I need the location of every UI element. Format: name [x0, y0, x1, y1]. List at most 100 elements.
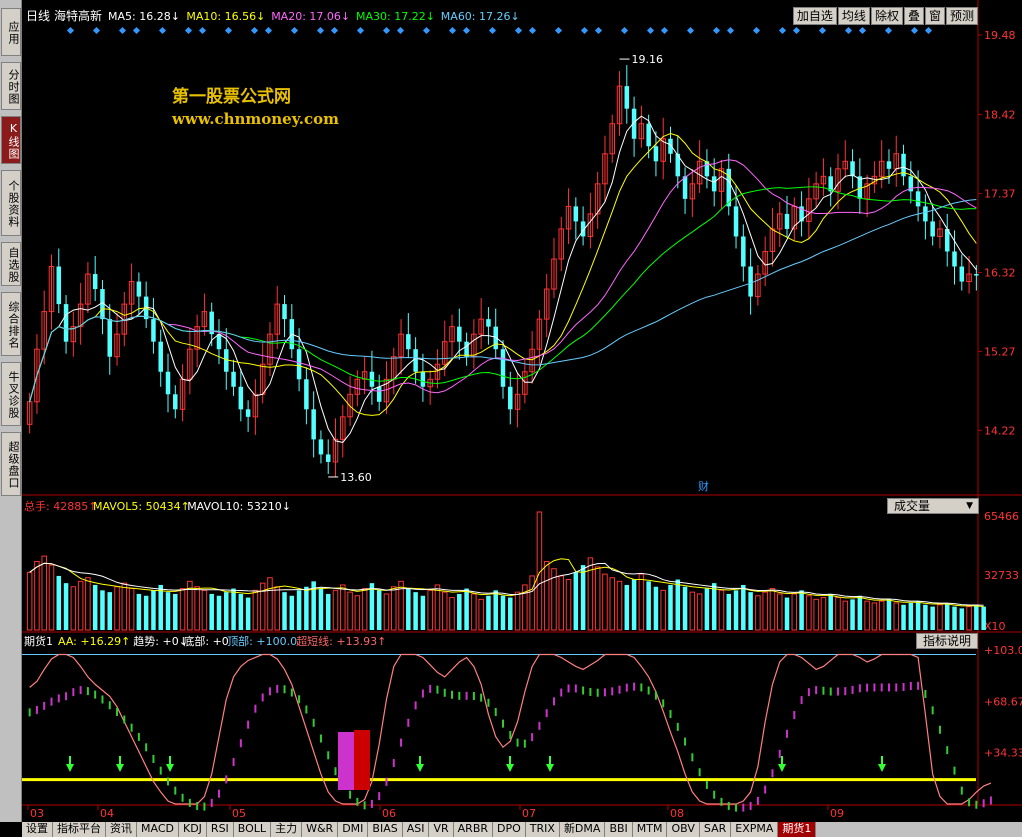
month-label-4: 07	[522, 807, 536, 820]
signal-block-red	[354, 730, 370, 790]
tab-21[interactable]: EXPMA	[731, 822, 779, 837]
volume-bar	[383, 593, 390, 631]
event-marker	[224, 26, 233, 35]
volume-bar	[646, 581, 651, 630]
candle-down	[376, 386, 382, 402]
volume-legend-0: 总手: 42885↑	[24, 499, 97, 513]
volume-bar	[427, 589, 433, 631]
tab-4[interactable]: KDJ	[178, 822, 207, 837]
price-tick-label-4: 15.27	[984, 345, 1016, 358]
tab-18[interactable]: MTM	[632, 822, 668, 837]
volume-bar	[224, 592, 229, 630]
toolbar-button-0[interactable]: 加自选	[792, 7, 837, 25]
tab-7[interactable]: 主力	[271, 822, 303, 837]
volume-bar	[689, 591, 696, 631]
indicator-tick-label-2: +34.33	[984, 747, 1022, 760]
sidebar-item-6[interactable]: 牛叉诊股	[1, 362, 21, 426]
tab-10[interactable]: BIAS	[368, 822, 403, 837]
tab-9[interactable]: DMI	[338, 822, 369, 837]
sidebar-item-1[interactable]: 分时图	[1, 62, 21, 110]
event-marker	[726, 26, 735, 35]
sidebar-item-0[interactable]: 应用	[1, 8, 21, 56]
toolbar-button-4[interactable]: 窗	[924, 7, 945, 25]
volume-bar	[930, 606, 935, 630]
candle-down	[741, 236, 746, 267]
indicator-help-button[interactable]: 指标说明	[916, 633, 979, 649]
volume-bar	[231, 588, 236, 630]
tab-1[interactable]: 指标平台	[53, 822, 106, 837]
volume-bar	[908, 602, 914, 630]
volume-bar	[413, 592, 418, 630]
volume-bar	[828, 593, 833, 630]
tab-22[interactable]: 期货1	[778, 822, 817, 837]
toolbar-button-2[interactable]: 除权	[870, 7, 903, 25]
volume-bar	[981, 606, 986, 630]
volume-type-selector[interactable]: 成交量 ▼	[887, 498, 979, 514]
indicator-help-label: 指标说明	[923, 634, 972, 648]
tab-17[interactable]: BBI	[605, 822, 633, 837]
volume-bar	[543, 561, 550, 631]
volume-bar	[449, 597, 455, 631]
event-marker	[910, 26, 919, 35]
volume-bar	[602, 573, 608, 631]
event-marker	[554, 26, 563, 35]
volume-bar	[457, 593, 462, 630]
candle-down	[420, 371, 426, 387]
tab-5[interactable]: RSI	[206, 822, 234, 837]
volume-bar	[318, 588, 324, 630]
candle-down	[63, 304, 69, 342]
toolbar-button-5[interactable]: 预测	[945, 7, 978, 25]
volume-bar	[56, 575, 62, 630]
indicator-legend-1: 趋势: +0↓	[133, 635, 188, 648]
sidebar-item-2[interactable]: K线图	[1, 116, 21, 164]
candle-down	[500, 349, 506, 387]
candle-down	[304, 379, 309, 410]
event-marker	[184, 26, 193, 35]
volume-bar	[864, 600, 870, 631]
volume-tick-label-1: 32733	[984, 569, 1019, 582]
indicator-legend-4: 超短线: +13.93↑	[296, 634, 386, 648]
volume-bar	[478, 598, 484, 631]
volume-bar	[406, 588, 411, 630]
candle-down	[959, 266, 965, 282]
sidebar-item-4[interactable]: 自选股	[1, 242, 21, 286]
tab-2[interactable]: 资讯	[106, 822, 137, 837]
price-tick-label-0: 19.48	[984, 29, 1016, 42]
volume-bar	[296, 590, 302, 630]
candle-down	[974, 274, 979, 276]
candle-down	[369, 371, 375, 387]
volume-bar	[624, 584, 630, 630]
volume-bar	[565, 579, 572, 631]
volume-bar	[668, 584, 673, 630]
sidebar-item-3[interactable]: 个股资料	[1, 170, 21, 236]
tab-0[interactable]: 设置	[22, 822, 53, 837]
finance-marker: 财	[698, 479, 709, 493]
tab-8[interactable]: W&R	[302, 822, 339, 837]
volume-bar	[799, 590, 804, 630]
tab-16[interactable]: 新DMA	[559, 822, 606, 837]
tab-14[interactable]: DPO	[493, 822, 526, 837]
tab-13[interactable]: ARBR	[453, 822, 494, 837]
volume-bar	[915, 601, 921, 630]
sidebar-item-7[interactable]: 超级盘口	[1, 432, 21, 496]
tab-6[interactable]: BOLL	[233, 822, 272, 837]
tab-20[interactable]: SAR	[699, 822, 732, 837]
volume-bar	[158, 584, 163, 630]
event-marker	[580, 26, 589, 35]
volume-bar	[252, 589, 259, 631]
volume-bar	[289, 595, 295, 630]
month-label-1: 04	[100, 807, 114, 820]
volume-tick-label-0: 65466	[984, 510, 1019, 523]
tab-3[interactable]: MACD	[137, 822, 179, 837]
tab-11[interactable]: ASI	[402, 822, 430, 837]
toolbar-button-1[interactable]: 均线	[837, 7, 870, 25]
buy-arrow-icon	[166, 764, 174, 772]
tab-12[interactable]: VR	[429, 822, 454, 837]
indicator-legend-2: 底部: +0	[183, 634, 228, 648]
short-term-line	[29, 653, 992, 805]
sidebar-item-5[interactable]: 综合排名	[1, 292, 21, 356]
toolbar-button-3[interactable]: 叠	[903, 7, 924, 25]
tab-15[interactable]: TRIX	[525, 822, 560, 837]
candle-down	[406, 334, 411, 350]
tab-19[interactable]: OBV	[667, 822, 700, 837]
